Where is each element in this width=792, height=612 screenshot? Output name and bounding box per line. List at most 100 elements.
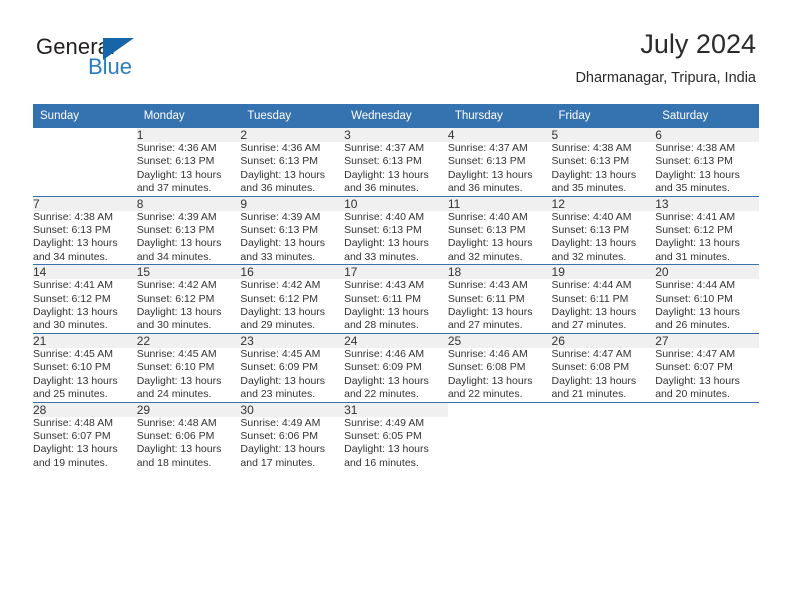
calendar-day-cell[interactable]: Sunrise: 4:46 AM Sunset: 6:09 PM Daylight:… — [344, 348, 448, 402]
calendar-day-number[interactable]: 18 — [447, 264, 552, 280]
calendar-day-cell[interactable]: Sunrise: 4:46 AM Sunset: 6:08 PM Daylight:… — [448, 348, 552, 402]
weekday-header-friday: Friday — [551, 104, 656, 128]
calendar-day-cell[interactable]: Sunrise: 4:40 AM Sunset: 6:13 PM Daylight:… — [344, 211, 448, 265]
calendar-day-number[interactable]: 7 — [33, 196, 137, 211]
calendar-day-number[interactable]: 21 — [33, 333, 137, 348]
calendar-day-cell[interactable]: Sunrise: 4:40 AM Sunset: 6:13 PM Daylight:… — [552, 211, 656, 265]
calendar-day-cell[interactable]: Sunrise: 4:43 AM Sunset: 6:11 PM Daylight:… — [448, 279, 552, 333]
calendar-day-cell[interactable]: Sunrise: 4:47 AM Sunset: 6:07 PM Daylight:… — [655, 348, 759, 402]
calendar-day-cell[interactable]: Sunrise: 4:41 AM Sunset: 6:12 PM Daylight:… — [33, 279, 137, 333]
calendar-day-number[interactable]: 12 — [551, 196, 656, 211]
sunrise-time: Sunrise: 4:47 AM — [655, 347, 736, 360]
sunset-time: Sunset: 6:11 PM — [551, 292, 629, 305]
calendar-day-cell[interactable]: Sunrise: 4:45 AM Sunset: 6:10 PM Daylight:… — [137, 348, 241, 402]
daylight-duration-line2: and 30 minutes. — [136, 319, 212, 332]
calendar-day-number[interactable]: 20 — [655, 264, 759, 280]
calendar-day-number[interactable]: 29 — [136, 402, 241, 417]
sunset-time: Sunset: 6:10 PM — [655, 292, 733, 305]
calendar-day-cell[interactable]: Sunrise: 4:39 AM Sunset: 6:13 PM Daylight:… — [240, 211, 344, 265]
calendar-day-cell[interactable]: Sunrise: 4:47 AM Sunset: 6:08 PM Daylight:… — [552, 348, 656, 402]
calendar-day-number[interactable]: 30 — [240, 402, 345, 417]
sunrise-time: Sunrise: 4:42 AM — [136, 279, 217, 292]
calendar-day-number[interactable]: 16 — [240, 264, 345, 280]
calendar-day-cell[interactable]: Sunrise: 4:41 AM Sunset: 6:12 PM Daylight:… — [655, 211, 759, 265]
sunset-time: Sunset: 6:12 PM — [655, 224, 733, 237]
calendar-day-cell[interactable]: Sunrise: 4:45 AM Sunset: 6:10 PM Daylight:… — [33, 348, 137, 402]
calendar-day-cell-empty — [33, 142, 137, 196]
calendar-day-number[interactable]: 10 — [344, 196, 448, 211]
calendar-day-cell[interactable]: Sunrise: 4:48 AM Sunset: 6:06 PM Daylight:… — [137, 417, 241, 471]
calendar-day-cell-empty — [655, 417, 759, 471]
calendar-day-cell[interactable]: Sunrise: 4:44 AM Sunset: 6:11 PM Daylight:… — [552, 279, 656, 333]
calendar-day-cell[interactable]: Sunrise: 4:49 AM Sunset: 6:05 PM Daylight:… — [344, 417, 448, 471]
calendar-day-cell[interactable]: Sunrise: 4:38 AM Sunset: 6:13 PM Daylight:… — [655, 142, 759, 196]
sunset-time: Sunset: 6:10 PM — [136, 361, 215, 374]
calendar-day-number[interactable]: 23 — [240, 333, 345, 348]
calendar-week-row: 7 8 9 10 11 12 13 — [33, 196, 759, 211]
calendar-day-number[interactable]: 26 — [551, 333, 656, 348]
calendar-day-cell-empty — [448, 417, 552, 471]
sunset-time: Sunset: 6:13 PM — [240, 224, 319, 237]
sunrise-time: Sunrise: 4:45 AM — [33, 347, 113, 360]
calendar-day-cell[interactable]: Sunrise: 4:36 AM Sunset: 6:13 PM Daylight:… — [240, 142, 344, 196]
calendar-day-number[interactable]: 2 — [240, 128, 345, 142]
sunset-time: Sunset: 6:11 PM — [447, 292, 525, 305]
sunrise-time: Sunrise: 4:47 AM — [551, 347, 632, 360]
calendar-day-number[interactable]: 5 — [551, 128, 656, 142]
calendar-day-cell[interactable]: Sunrise: 4:45 AM Sunset: 6:09 PM Daylight:… — [240, 348, 344, 402]
calendar-day-number-empty — [33, 128, 137, 142]
calendar-day-cell[interactable]: Sunrise: 4:40 AM Sunset: 6:13 PM Daylight:… — [448, 211, 552, 265]
daylight-duration-line2: and 32 minutes. — [551, 250, 627, 263]
calendar-day-cell[interactable]: Sunrise: 4:49 AM Sunset: 6:06 PM Daylight:… — [240, 417, 344, 471]
daylight-duration-line1: Daylight: 13 hours — [551, 237, 637, 250]
calendar-day-cell[interactable]: Sunrise: 4:38 AM Sunset: 6:13 PM Daylight:… — [33, 211, 137, 265]
daylight-duration-line1: Daylight: 13 hours — [655, 306, 740, 319]
calendar-day-number[interactable]: 15 — [136, 264, 241, 280]
calendar-day-cell[interactable]: Sunrise: 4:36 AM Sunset: 6:13 PM Daylight:… — [137, 142, 241, 196]
calendar-day-number[interactable]: 25 — [447, 333, 552, 348]
calendar-day-number[interactable]: 27 — [655, 333, 759, 348]
calendar-day-number[interactable]: 31 — [344, 402, 448, 417]
calendar-day-cell[interactable]: Sunrise: 4:39 AM Sunset: 6:13 PM Daylight:… — [137, 211, 241, 265]
daylight-duration-line2: and 27 minutes. — [447, 319, 523, 332]
calendar-day-number[interactable]: 14 — [33, 264, 137, 280]
sunset-time: Sunset: 6:09 PM — [344, 361, 422, 374]
sunrise-time: Sunrise: 4:41 AM — [33, 279, 113, 292]
calendar-day-cell[interactable]: Sunrise: 4:48 AM Sunset: 6:07 PM Daylight:… — [33, 417, 137, 471]
calendar-day-number[interactable]: 3 — [344, 128, 448, 142]
daylight-duration-line1: Daylight: 13 hours — [33, 237, 118, 250]
sunrise-time: Sunrise: 4:41 AM — [655, 210, 736, 223]
daylight-duration-line1: Daylight: 13 hours — [240, 306, 326, 319]
daylight-duration-line1: Daylight: 13 hours — [447, 237, 533, 250]
calendar-day-number[interactable]: 6 — [655, 128, 759, 142]
calendar-day-cell[interactable]: Sunrise: 4:37 AM Sunset: 6:13 PM Daylight:… — [448, 142, 552, 196]
weekday-header-wednesday: Wednesday — [344, 104, 448, 128]
daylight-duration-line2: and 27 minutes. — [551, 319, 627, 332]
sunset-time: Sunset: 6:13 PM — [551, 155, 630, 168]
calendar-day-number[interactable]: 13 — [655, 196, 759, 211]
calendar-day-cell[interactable]: Sunrise: 4:42 AM Sunset: 6:12 PM Daylight:… — [240, 279, 344, 333]
calendar-day-number[interactable]: 8 — [136, 196, 241, 211]
calendar-day-number[interactable]: 22 — [136, 333, 241, 348]
calendar-day-cell[interactable]: Sunrise: 4:37 AM Sunset: 6:13 PM Daylight:… — [344, 142, 448, 196]
calendar-day-number[interactable]: 9 — [240, 196, 345, 211]
daylight-duration-line2: and 20 minutes. — [655, 388, 730, 401]
daylight-duration-line1: Daylight: 13 hours — [551, 168, 637, 181]
daylight-duration-line2: and 18 minutes. — [136, 456, 212, 469]
calendar-day-cell[interactable]: Sunrise: 4:44 AM Sunset: 6:10 PM Daylight:… — [655, 279, 759, 333]
calendar-day-number[interactable]: 1 — [136, 128, 241, 142]
calendar-day-cell[interactable]: Sunrise: 4:43 AM Sunset: 6:11 PM Daylight:… — [344, 279, 448, 333]
calendar-day-number[interactable]: 11 — [447, 196, 552, 211]
calendar-day-number[interactable]: 19 — [551, 264, 656, 280]
calendar-day-number[interactable]: 17 — [344, 264, 448, 280]
daylight-duration-line1: Daylight: 13 hours — [344, 168, 429, 181]
calendar-day-cell[interactable]: Sunrise: 4:38 AM Sunset: 6:13 PM Daylight:… — [552, 142, 656, 196]
sunset-time: Sunset: 6:13 PM — [136, 155, 215, 168]
calendar-day-number[interactable]: 4 — [447, 128, 552, 142]
title-block: July 2024 Dharmanagar, Tripura, India — [575, 28, 756, 88]
daylight-duration-line2: and 35 minutes. — [655, 182, 730, 195]
sunrise-time: Sunrise: 4:48 AM — [136, 416, 217, 429]
calendar-day-number[interactable]: 28 — [33, 402, 137, 417]
calendar-day-cell[interactable]: Sunrise: 4:42 AM Sunset: 6:12 PM Daylight:… — [137, 279, 241, 333]
calendar-day-number[interactable]: 24 — [344, 333, 448, 348]
